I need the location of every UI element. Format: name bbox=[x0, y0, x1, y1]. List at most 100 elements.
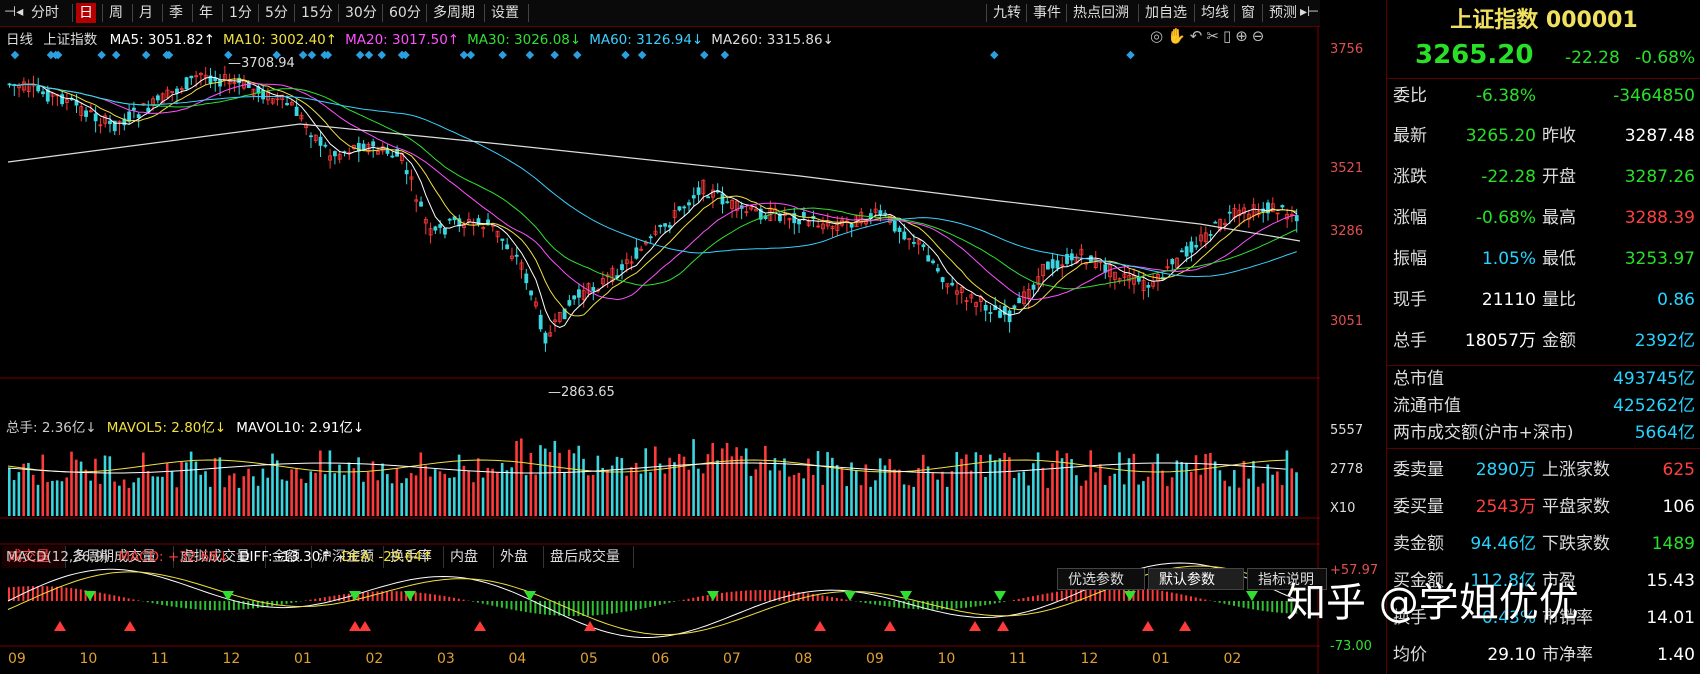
indicator-tab-6[interactable]: 内盘 bbox=[444, 546, 494, 568]
period-tab-7[interactable]: 5分 bbox=[262, 3, 291, 23]
period-tab-3[interactable]: 月 bbox=[136, 3, 156, 23]
volume-bar bbox=[266, 477, 269, 516]
macd-bar bbox=[878, 601, 881, 606]
quote-key: 委比 bbox=[1393, 86, 1427, 106]
quote-pct: -0.68% bbox=[1635, 48, 1696, 68]
macd-bar bbox=[850, 600, 853, 601]
scissors-icon[interactable]: ✂ bbox=[1206, 27, 1223, 45]
toolbar-separator bbox=[162, 4, 163, 22]
quote-value: 2392亿 bbox=[1634, 331, 1695, 351]
macd-bar bbox=[122, 597, 125, 601]
volume-bar bbox=[41, 454, 45, 516]
quote-row: 均价 29.10 市净率 1.40 bbox=[1387, 637, 1700, 673]
macd-bar bbox=[51, 586, 54, 601]
month-label: 03 bbox=[437, 651, 455, 667]
macd-param-button-0[interactable]: 优选参数 bbox=[1057, 568, 1145, 590]
macd-bar bbox=[720, 592, 723, 601]
macd-param-button-1[interactable]: 默认参数 bbox=[1148, 568, 1244, 590]
quote-row: 涨幅 -0.68% 最高 3288.39 bbox=[1387, 200, 1700, 236]
period-tab-6[interactable]: 1分 bbox=[226, 3, 255, 23]
tool-button-2[interactable]: 热点回溯 bbox=[1070, 3, 1132, 23]
volume-bar bbox=[1180, 462, 1183, 516]
tool-button-5[interactable]: 窗 bbox=[1238, 3, 1258, 23]
volume-bar bbox=[654, 446, 657, 516]
volume-bar bbox=[553, 440, 557, 516]
indicator-tab-8[interactable]: 盘后成交量 bbox=[544, 546, 634, 568]
macd-bar bbox=[319, 597, 322, 601]
macd-bar bbox=[998, 601, 1001, 603]
macd-bar bbox=[386, 591, 389, 601]
volume-bar bbox=[218, 457, 222, 516]
zoom-out-icon[interactable]: ⊖ bbox=[1252, 27, 1269, 45]
macd-bar bbox=[979, 601, 982, 606]
volume-bar bbox=[807, 458, 810, 516]
period-tab-10[interactable]: 60分 bbox=[386, 3, 424, 23]
macd-bar bbox=[1185, 595, 1188, 601]
month-label: 12 bbox=[222, 651, 241, 667]
period-tab-1[interactable]: 日 bbox=[76, 3, 96, 23]
period-tab-11[interactable]: 多周期 bbox=[430, 3, 478, 23]
candle-body bbox=[543, 332, 548, 344]
event-marker bbox=[307, 50, 317, 60]
eye-icon[interactable]: ◎ bbox=[1150, 27, 1167, 45]
volume-bar bbox=[175, 487, 179, 516]
volume-bar bbox=[610, 465, 614, 516]
tool-button-4[interactable]: 均线 bbox=[1198, 3, 1232, 23]
macd-bar bbox=[204, 601, 207, 610]
hand-icon[interactable]: ✋ bbox=[1167, 27, 1190, 45]
candle-body bbox=[136, 114, 141, 118]
volume-bar bbox=[1280, 485, 1284, 516]
candle-body bbox=[285, 102, 289, 106]
sell-arrow bbox=[222, 591, 234, 601]
macd-bar bbox=[950, 601, 953, 609]
zoom-in-icon[interactable]: ⊕ bbox=[1235, 27, 1252, 45]
volume-bar bbox=[1213, 461, 1217, 516]
macd-bar bbox=[893, 601, 896, 608]
quote-price: 3265.20 bbox=[1415, 40, 1534, 70]
candle-body bbox=[1136, 277, 1141, 282]
buy-arrow bbox=[474, 621, 486, 631]
macd-bar bbox=[730, 591, 733, 601]
period-tab-9[interactable]: 30分 bbox=[342, 3, 380, 23]
tool-button-6[interactable]: 预测 bbox=[1266, 3, 1300, 23]
volume-bar bbox=[520, 438, 523, 516]
macd-bar bbox=[414, 592, 417, 601]
collapse-right-icon[interactable]: ▸⊢ bbox=[1300, 4, 1319, 20]
period-tab-0[interactable]: 分时 bbox=[28, 3, 62, 23]
candle-body bbox=[720, 193, 725, 205]
indicator-tab-7[interactable]: 外盘 bbox=[494, 546, 544, 568]
undo-icon[interactable]: ↶ bbox=[1190, 27, 1207, 45]
volume-bar bbox=[1295, 472, 1298, 516]
volume-bar bbox=[146, 470, 150, 516]
macd-bar bbox=[79, 589, 82, 601]
vol-legend-value: 总手: 2.36亿 bbox=[6, 420, 86, 436]
volume-bar bbox=[390, 483, 394, 516]
candle-body bbox=[361, 143, 366, 151]
macd-bar bbox=[185, 601, 188, 609]
candle-body bbox=[1170, 259, 1175, 265]
index-name: 上证指数 bbox=[43, 32, 98, 48]
volume-bar bbox=[524, 475, 528, 516]
macd-bar bbox=[587, 601, 590, 616]
period-tab-12[interactable]: 设置 bbox=[488, 3, 522, 23]
volume-bar bbox=[567, 449, 571, 516]
tool-button-3[interactable]: 加自选 bbox=[1142, 3, 1190, 23]
macd-bar bbox=[1280, 601, 1283, 613]
period-tab-5[interactable]: 年 bbox=[196, 3, 216, 23]
trash-icon[interactable]: ▯ bbox=[1223, 27, 1235, 45]
macd-bar bbox=[668, 601, 671, 603]
ma-legend-value: MA260: 3315.86 bbox=[711, 32, 823, 48]
volume-bar bbox=[591, 474, 595, 516]
macd-bar bbox=[132, 599, 135, 601]
event-marker bbox=[572, 50, 582, 60]
period-tab-4[interactable]: 季 bbox=[166, 3, 186, 23]
volume-bar bbox=[725, 442, 729, 516]
tool-button-1[interactable]: 事件 bbox=[1030, 3, 1064, 23]
period-tab-8[interactable]: 15分 bbox=[298, 3, 336, 23]
period-tab-2[interactable]: 周 bbox=[106, 3, 126, 23]
macd-bar bbox=[630, 601, 633, 611]
candle-body bbox=[878, 210, 883, 216]
collapse-left-icon[interactable]: ⊣◂ bbox=[4, 4, 23, 20]
candle-body bbox=[60, 94, 65, 105]
tool-button-0[interactable]: 九转 bbox=[990, 3, 1024, 23]
